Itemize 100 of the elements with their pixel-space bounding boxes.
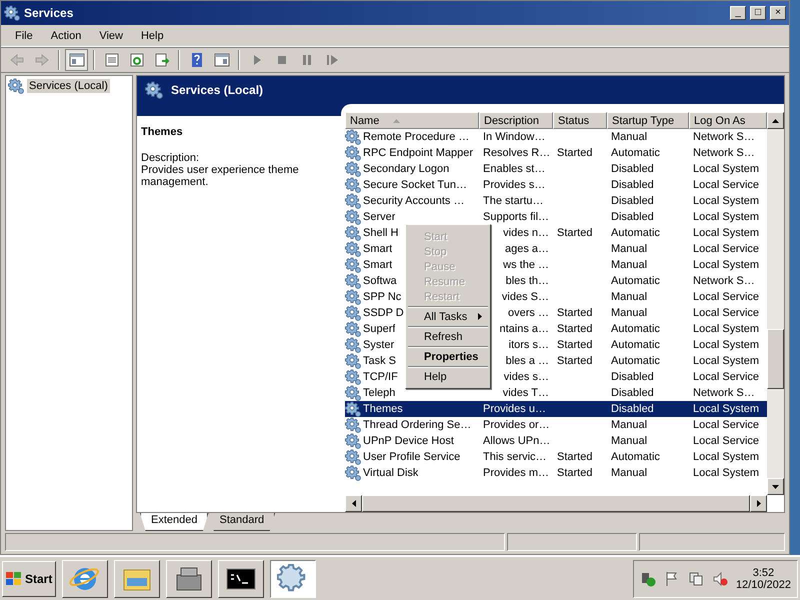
document-icon [104, 52, 120, 68]
column-header[interactable]: Name [345, 112, 479, 129]
maximize-button[interactable]: □ [750, 6, 766, 20]
table-cell-text: Network S… [692, 131, 756, 143]
gear-icon [345, 289, 361, 305]
vertical-scrollbar[interactable] [767, 112, 784, 495]
table-cell-text: Local System [692, 323, 760, 335]
gear-icon [345, 449, 361, 465]
table-cell-text: vides T… [502, 387, 550, 399]
gear-icon [345, 401, 361, 417]
menu-item[interactable]: File [7, 28, 41, 44]
table-cell[interactable]: Server [363, 211, 396, 223]
table-cell[interactable]: Shell H [363, 227, 398, 239]
close-button[interactable]: × [770, 6, 786, 20]
table-cell-text: Local System [692, 451, 760, 463]
table-cell[interactable]: Secondary Logon [363, 163, 450, 175]
table-cell[interactable]: Teleph [363, 387, 396, 399]
table-cell-text: Local Service [692, 371, 760, 383]
table-cell-text: Local System [692, 355, 760, 367]
menu-item[interactable]: View [91, 28, 131, 44]
gear-icon [345, 177, 361, 193]
table-cell-text: Network S… [692, 387, 756, 399]
table-cell[interactable]: User Profile Service [363, 451, 460, 463]
gear-icon [345, 225, 361, 241]
table-cell[interactable]: Syster [363, 339, 394, 351]
gear-icon [345, 433, 361, 449]
table-cell-text: Local Service [692, 243, 760, 255]
table-cell-text: Manual [610, 259, 648, 271]
table-cell-text: Automatic [610, 355, 661, 367]
table-cell-text: Local System [692, 227, 760, 239]
network-icon [688, 570, 704, 586]
table-cell[interactable]: Themes [363, 403, 403, 415]
service-title: Themes [141, 126, 184, 138]
table-cell[interactable]: Smart [363, 243, 392, 255]
table-cell-text: Local System [692, 211, 760, 223]
table-cell-text: Automatic [610, 227, 661, 239]
column-header[interactable]: Description [479, 112, 553, 129]
column-header[interactable]: Status [553, 112, 607, 129]
flag-icon [664, 570, 680, 586]
table-cell-text: Automatic [610, 323, 661, 335]
table-cell-text: Manual [610, 243, 648, 255]
table-cell[interactable]: Superf [363, 323, 396, 335]
gear-icon [345, 417, 361, 433]
table-cell[interactable]: Softwa [363, 275, 397, 287]
start-button[interactable]: Start [2, 560, 56, 596]
table-cell[interactable]: UPnP Device Host [363, 435, 454, 447]
table-cell[interactable]: Smart [363, 259, 392, 271]
selected-row[interactable]: Themes Provides u… Disabled Local System [345, 401, 767, 417]
table-cell[interactable]: Task S [363, 355, 396, 367]
table-cell-text: Disabled [610, 211, 655, 223]
gear-icon [345, 273, 361, 289]
tree-item[interactable]: Services (Local) [27, 79, 110, 93]
menu-option[interactable]: All Tasks [408, 309, 488, 324]
gear-icon [345, 209, 361, 225]
minimize-button[interactable]: _ [730, 6, 746, 20]
scroll-thumb[interactable] [767, 329, 784, 389]
view-tab[interactable]: Extended [140, 513, 208, 531]
menu-option[interactable]: Refresh [408, 329, 488, 344]
gear-icon [345, 465, 361, 481]
table-cell[interactable]: SSDP D [363, 307, 404, 319]
table-cell[interactable]: SPP Nc [363, 291, 402, 303]
table-cell[interactable]: Secure Socket Tun… [363, 179, 467, 191]
table-cell-text: Started [556, 227, 594, 239]
window-pane-icon [68, 52, 84, 68]
table-cell[interactable]: Security Accounts … [363, 195, 464, 207]
toolbar-button[interactable] [65, 49, 88, 71]
table-cell-text: vides n… [502, 227, 550, 239]
table-cell-text: Local System [692, 163, 760, 175]
menu-item[interactable]: Help [132, 28, 172, 44]
table-cell[interactable]: TCP/IF [363, 371, 398, 383]
view-tab[interactable]: Standard [208, 513, 276, 531]
gear-icon [345, 337, 361, 353]
table-cell[interactable]: Thread Ordering Se… [363, 419, 472, 431]
table-cell[interactable]: Virtual Disk [363, 467, 418, 479]
menu-option[interactable]: Help [408, 369, 488, 384]
table-cell[interactable]: Remote Procedure … [363, 131, 470, 143]
window-gear-icon [4, 5, 20, 21]
column-header[interactable]: Startup Type [607, 112, 689, 129]
gear-icon [345, 129, 361, 145]
table-cell-text: Local System [692, 403, 760, 415]
table-cell[interactable]: RPC Endpoint Mapper [363, 147, 474, 159]
table-cell-text: Local System [692, 339, 760, 351]
menu-item[interactable]: Action [42, 28, 90, 44]
refresh-icon [128, 52, 144, 68]
table-cell-text: Automatic [610, 147, 661, 159]
table-cell-text: Started [556, 467, 594, 479]
table-cell-text: Started [556, 339, 594, 351]
description-label: Description: [141, 152, 200, 164]
sort-arrow-icon [393, 118, 400, 122]
table-cell-text: Network S… [692, 147, 756, 159]
column-header[interactable]: Log On As [689, 112, 767, 129]
table-cell-text: bles th… [504, 275, 550, 287]
table-cell-text: overs … [507, 307, 550, 319]
gear-icon [345, 257, 361, 273]
forward-arrow-icon [34, 52, 50, 68]
table-cell-text: Provides m… [482, 467, 550, 479]
menu-option[interactable]: Properties [408, 349, 488, 364]
up-arrow-icon [772, 118, 779, 122]
table-cell-text: Disabled [610, 387, 655, 399]
table-cell-text: The startu… [482, 195, 545, 207]
